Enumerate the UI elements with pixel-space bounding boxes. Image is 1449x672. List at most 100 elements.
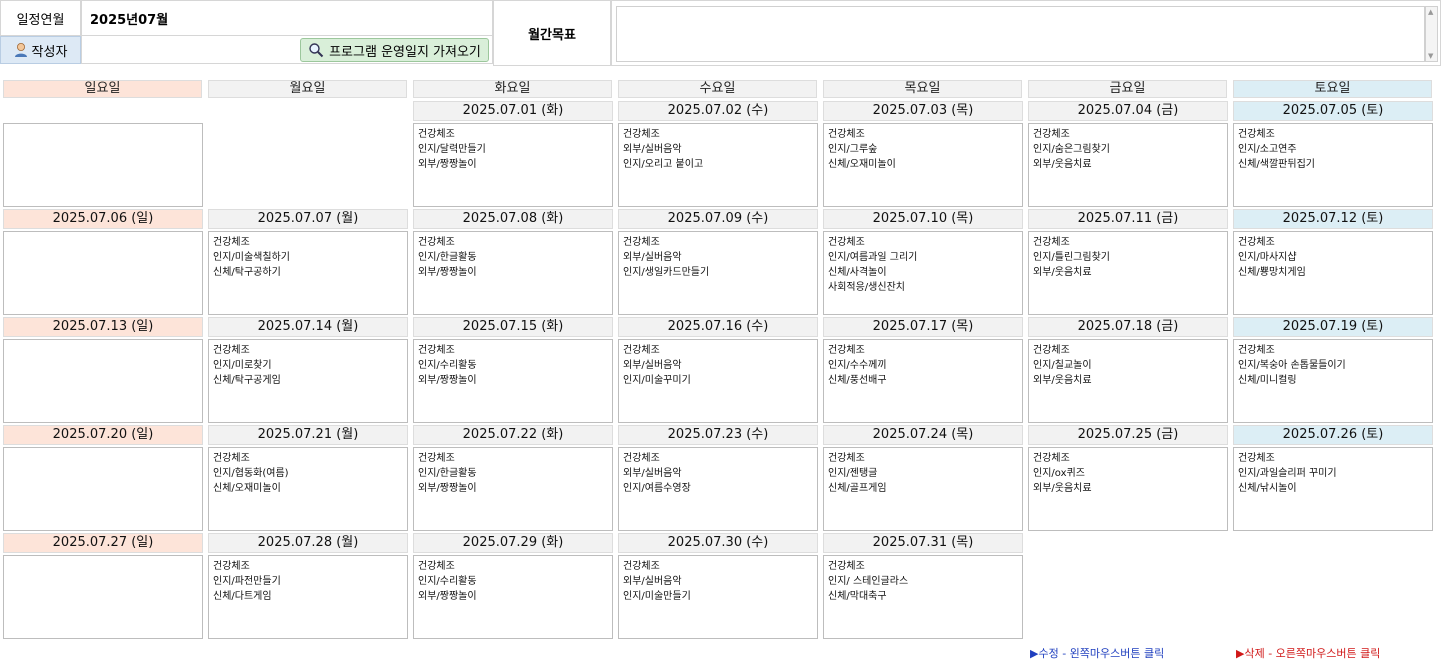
- activity-box[interactable]: 건강체조 인지/그루숲 신체/오재미놀이: [823, 123, 1023, 207]
- delete-hint-text: 삭제 - 오른쪽마우스버튼 클릭: [1244, 647, 1381, 660]
- activity-item: 건강체조: [623, 129, 660, 140]
- day-cell-sat: 2025.07.05 (토) 건강체조 인지/소고연주 신체/색깔판뒤집기: [1233, 101, 1438, 209]
- activity-item: 외부/웃음치료: [1033, 267, 1092, 278]
- activity-item: 인지/미술색칠하기: [213, 252, 290, 263]
- activity-box[interactable]: 건강체조 인지/숨은그림찾기 외부/웃음치료: [1028, 123, 1228, 207]
- activity-item: 인지/ox퀴즈: [1033, 468, 1085, 479]
- activity-item: 건강체조: [1238, 453, 1275, 464]
- activity-item: 외부/웃음치료: [1033, 483, 1092, 494]
- activity-item: 인지/그루숲: [828, 144, 878, 155]
- activity-item: 건강체조: [828, 237, 865, 248]
- activity-item: 외부/실버음악: [623, 576, 682, 587]
- activity-box[interactable]: 건강체조 외부/실버음악 인지/오리고 붙이고: [618, 123, 818, 207]
- day-date-label: 2025.07.02 (수): [618, 101, 818, 121]
- day-cell-sun: 2025.07.27 (일): [3, 533, 208, 641]
- activity-box[interactable]: 건강체조 인지/여름과일 그리기 신체/사격놀이 사회적응/생신잔치: [823, 231, 1023, 315]
- activity-box[interactable]: 건강체조 인지/협동화(여름) 신체/오재미놀이: [208, 447, 408, 531]
- month-value[interactable]: 2025년07월: [81, 0, 493, 36]
- day-date-label: 2025.07.08 (화): [413, 209, 613, 229]
- activity-box[interactable]: 건강체조 인지/ox퀴즈 외부/웃음치료: [1028, 447, 1228, 531]
- day-cell-tue: 2025.07.08 (화) 건강체조 인지/한글활동 외부/짱짱놀이: [413, 209, 618, 317]
- activity-item: 인지/ 스테인글라스: [828, 576, 909, 587]
- author-button[interactable]: 작성자: [0, 36, 81, 64]
- activity-item: 건강체조: [623, 561, 660, 572]
- activity-box[interactable]: [3, 339, 203, 423]
- activity-item: 인지/숨은그림찾기: [1033, 144, 1110, 155]
- activity-box[interactable]: 건강체조인지/한글활동외부/짱짱놀이: [413, 447, 613, 531]
- day-cell-thu: 2025.07.17 (목) 건강체조 인지/수수께끼 신체/풍선배구: [823, 317, 1028, 425]
- day-cell-thu: 2025.07.10 (목) 건강체조 인지/여름과일 그리기 신체/사격놀이 사회적응…: [823, 209, 1028, 317]
- activity-box[interactable]: 건강체조 인지/파전만들기 신체/다트게임: [208, 555, 408, 639]
- activity-box[interactable]: [3, 555, 203, 639]
- day-date-label: 2025.07.27 (일): [3, 533, 203, 553]
- activity-item: 건강체조: [1238, 237, 1275, 248]
- activity-box[interactable]: 건강체조 인지/과일슬리퍼 꾸미기 신체/낚시놀이: [1233, 447, 1433, 531]
- activity-box[interactable]: 건강체조 인지/수리활동 외부/짱짱놀이: [413, 555, 613, 639]
- activity-box[interactable]: 건강체조 외부/실버음악 인지/미술만들기: [618, 555, 818, 639]
- day-date-label: 2025.07.21 (월): [208, 425, 408, 445]
- activity-item: 인지/협동화(여름): [213, 468, 289, 479]
- activity-box[interactable]: 건강체조 외부/실버음악 인지/미술꾸미기: [618, 339, 818, 423]
- activity-item: 건강체조: [1238, 129, 1275, 140]
- activity-item: 인지/미술꾸미기: [623, 375, 691, 386]
- activity-box[interactable]: 건강체조 인지/미술색칠하기 신체/탁구공하기: [208, 231, 408, 315]
- activity-box[interactable]: 건강체조 인지/ 스테인글라스 신체/막대축구: [823, 555, 1023, 639]
- activity-item: 건강체조: [623, 453, 660, 464]
- activity-item: 외부/짱짱놀이: [418, 483, 477, 494]
- day-date-label: 2025.07.24 (목): [823, 425, 1023, 445]
- activity-box[interactable]: 건강체조 인지/틀린그림찾기 외부/웃음치료: [1028, 231, 1228, 315]
- activity-item: 인지/복숭아 손톱물들이기: [1238, 360, 1346, 371]
- activity-box[interactable]: 건강체조 인지/수리활동 외부/짱짱놀이: [413, 339, 613, 423]
- activity-box[interactable]: 건강체조 인지/달력만들기 외부/짱짱놀이: [413, 123, 613, 207]
- activity-box[interactable]: [3, 123, 203, 207]
- scroll-down-icon[interactable]: ▼: [1428, 52, 1433, 60]
- activity-box[interactable]: [3, 231, 203, 315]
- weekday-header-fri: 금요일: [1028, 80, 1227, 98]
- activity-item: 외부/짱짱놀이: [418, 159, 477, 170]
- day-cell-mon: 2025.07.21 (월) 건강체조 인지/협동화(여름) 신체/오재미놀이: [208, 425, 413, 533]
- activity-box[interactable]: 건강체조 인지/한글활동 외부/짱짱놀이: [413, 231, 613, 315]
- monthly-goal-input[interactable]: [616, 6, 1425, 62]
- activity-box[interactable]: 건강체조 인지/칠교놀이 외부/웃음치료: [1028, 339, 1228, 423]
- goal-scrollbar[interactable]: ▲ ▼: [1425, 6, 1438, 62]
- activity-box[interactable]: 건강체조 인지/복숭아 손톱물들이기 신체/미니컬링: [1233, 339, 1433, 423]
- day-cell-wed: 2025.07.02 (수) 건강체조 외부/실버음악 인지/오리고 붙이고: [618, 101, 823, 209]
- activity-box[interactable]: 건강체조 인지/마사지샵 신체/뿅망치게임: [1233, 231, 1433, 315]
- day-date-label: 2025.07.16 (수): [618, 317, 818, 337]
- activity-item: 건강체조: [1238, 345, 1275, 356]
- scroll-up-icon[interactable]: ▲: [1428, 8, 1433, 16]
- delete-hint: ▶삭제 - 오른쪽마우스버튼 클릭: [1236, 645, 1380, 661]
- weekday-header-wed: 수요일: [618, 80, 817, 98]
- day-cell-fri: 2025.07.11 (금) 건강체조 인지/틀린그림찾기 외부/웃음치료: [1028, 209, 1233, 317]
- day-date-label: 2025.07.26 (토): [1233, 425, 1433, 445]
- activity-item: 건강체조: [418, 453, 455, 464]
- activity-item: 외부/실버음악: [623, 360, 682, 371]
- activity-item: 외부/짱짱놀이: [418, 591, 477, 602]
- day-cell-thu: 2025.07.31 (목) 건강체조 인지/ 스테인글라스 신체/막대축구: [823, 533, 1028, 641]
- activity-box[interactable]: 건강체조 외부/실버음악 인지/생일카드만들기: [618, 231, 818, 315]
- activity-box[interactable]: [3, 447, 203, 531]
- activity-item: 신체/낚시놀이: [1238, 483, 1297, 494]
- activity-item: 인지/수리활동: [418, 360, 477, 371]
- activity-box[interactable]: 건강체조 인지/소고연주 신체/색깔판뒤집기: [1233, 123, 1433, 207]
- activity-item: 건강체조: [213, 453, 250, 464]
- activity-box[interactable]: 건강체조 인지/수수께끼 신체/풍선배구: [823, 339, 1023, 423]
- import-button-label: 프로그램 운영일지 가져오기: [329, 44, 481, 60]
- day-date-label: 2025.07.25 (금): [1028, 425, 1228, 445]
- activity-item: 신체/탁구공하기: [213, 267, 281, 278]
- activity-item: 인지/생일카드만들기: [623, 267, 710, 278]
- activity-item: 건강체조: [623, 237, 660, 248]
- day-cell-sat: 2025.07.19 (토) 건강체조 인지/복숭아 손톱물들이기 신체/미니컬링: [1233, 317, 1438, 425]
- activity-item: 인지/파전만들기: [213, 576, 281, 587]
- activity-box[interactable]: 건강체조 외부/실버음악 인지/여름수영장: [618, 447, 818, 531]
- day-cell-sat: 2025.07.12 (토) 건강체조 인지/마사지샵 신체/뿅망치게임: [1233, 209, 1438, 317]
- activity-item: 인지/소고연주: [1238, 144, 1297, 155]
- import-program-log-button[interactable]: 프로그램 운영일지 가져오기: [300, 38, 489, 62]
- day-date-label: 2025.07.19 (토): [1233, 317, 1433, 337]
- activity-box[interactable]: 건강체조 인지/미로찾기 신체/탁구공게임: [208, 339, 408, 423]
- day-cell-tue: 2025.07.15 (화) 건강체조 인지/수리활동 외부/짱짱놀이: [413, 317, 618, 425]
- activity-item: 인지/한글활동: [418, 468, 477, 479]
- activity-item: 외부/실버음악: [623, 468, 682, 479]
- activity-item: 인지/여름과일 그리기: [828, 252, 918, 263]
- activity-box[interactable]: 건강체조 인지/젠탱글 신체/골프게임: [823, 447, 1023, 531]
